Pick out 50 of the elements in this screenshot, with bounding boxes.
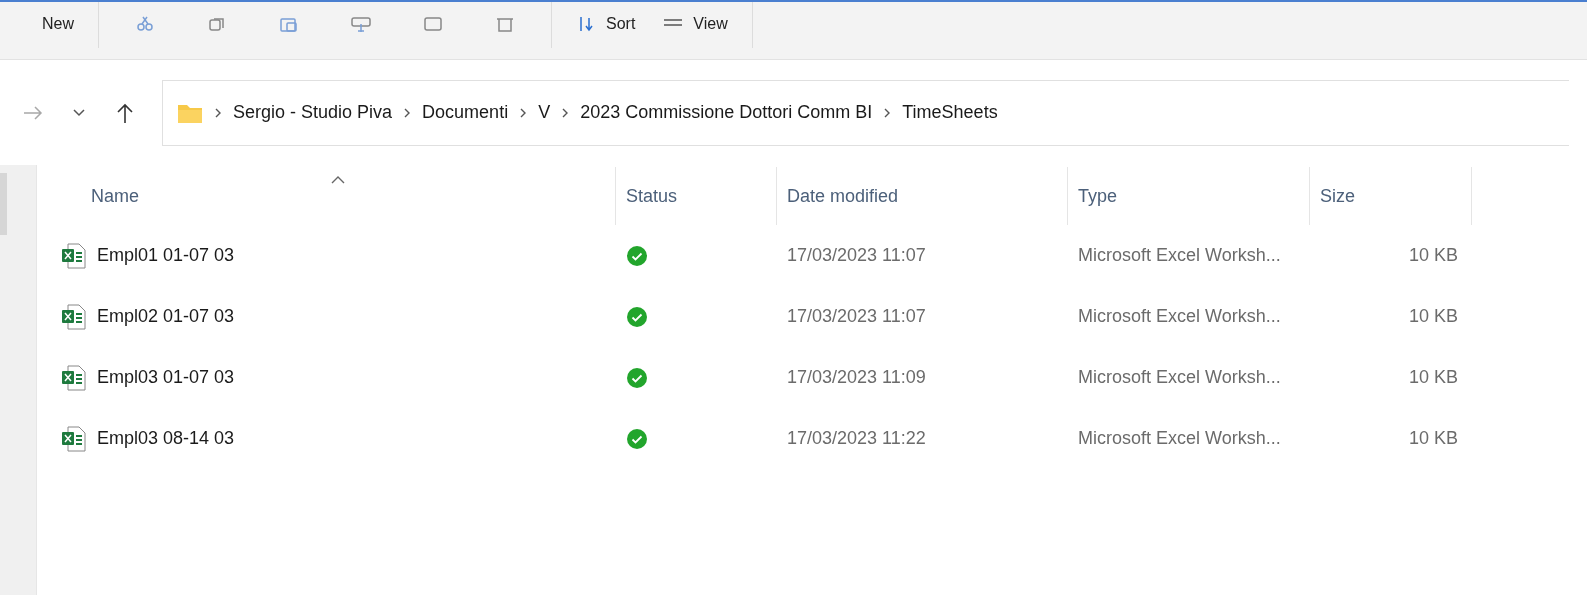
breadcrumb[interactable]: 2023 Commissione Dottori Comm BI	[580, 102, 873, 123]
type-cell-text: Microsoft Excel Worksh...	[1077, 366, 1282, 389]
trash-icon	[495, 16, 515, 32]
chevron-down-icon	[72, 107, 86, 118]
size-cell-text: 10 KB	[1407, 427, 1459, 450]
date-cell-text: 17/03/2023 11:22	[786, 427, 927, 450]
arrow-up-icon	[116, 101, 134, 124]
column-header[interactable]: Type	[1068, 167, 1310, 225]
file-name-cell[interactable]: Empl03 01-07 03	[61, 347, 616, 408]
size-cell-text: 10 KB	[1407, 366, 1459, 389]
breadcrumb[interactable]: V	[538, 102, 551, 123]
file-name-cell[interactable]: Empl03 08-14 03	[61, 408, 616, 469]
date-cell-text: 17/03/2023 11:09	[786, 366, 927, 389]
file-name-cell[interactable]: Empl02 01-07 03	[61, 286, 616, 347]
file-name[interactable]: Empl01 01-07 03	[97, 245, 235, 266]
toolbar-button[interactable]: View	[649, 13, 742, 35]
toolbar-button[interactable]: New	[28, 13, 88, 35]
column-header[interactable]: Size	[1310, 167, 1472, 225]
date-cell-text: 17/03/2023 11:07	[786, 305, 927, 328]
spreadsheet-icon	[61, 242, 87, 269]
file-name-cell[interactable]: Empl01 01-07 03	[61, 225, 616, 286]
spreadsheet-icon	[61, 425, 87, 452]
address-bar[interactable]: Sergio - Studio Piva Documenti V 2023 Commissione Dottori Comm BI TimeSheets	[162, 79, 1569, 146]
toolbar-button[interactable]: Sort	[562, 13, 650, 35]
share-icon	[423, 16, 443, 32]
scrollbar-thumb[interactable]	[0, 173, 7, 235]
arrow-right-icon	[22, 104, 44, 121]
file-name[interactable]: Empl02 01-07 03	[97, 306, 235, 327]
spreadsheet-icon	[61, 303, 87, 330]
type-cell-text: Microsoft Excel Worksh...	[1077, 427, 1282, 450]
sort-caret-icon	[331, 175, 345, 184]
type-cell-text: Microsoft Excel Worksh...	[1077, 244, 1282, 267]
copy-icon	[207, 16, 227, 32]
column-header[interactable]: Status	[616, 167, 777, 225]
column-header[interactable]: Date modified	[777, 167, 1068, 225]
spreadsheet-icon	[61, 364, 87, 391]
chevron-icon	[213, 106, 223, 119]
size-cell-text: 10 KB	[1407, 244, 1459, 267]
rename-icon	[351, 16, 371, 32]
column-header[interactable]: Name	[61, 167, 616, 225]
breadcrumb[interactable]: Sergio - Studio Piva	[233, 102, 393, 123]
breadcrumb[interactable]: Documenti	[422, 102, 509, 123]
file-name[interactable]: Empl03 01-07 03	[97, 367, 235, 388]
date-cell-text: 17/03/2023 11:07	[786, 244, 927, 267]
scissors-icon	[135, 16, 155, 32]
size-cell-text: 10 KB	[1407, 305, 1459, 328]
file-name[interactable]: Empl03 08-14 03	[97, 428, 235, 449]
type-cell-text: Microsoft Excel Worksh...	[1077, 305, 1282, 328]
breadcrumb[interactable]: TimeSheets	[902, 102, 998, 123]
paste-icon	[279, 16, 299, 32]
